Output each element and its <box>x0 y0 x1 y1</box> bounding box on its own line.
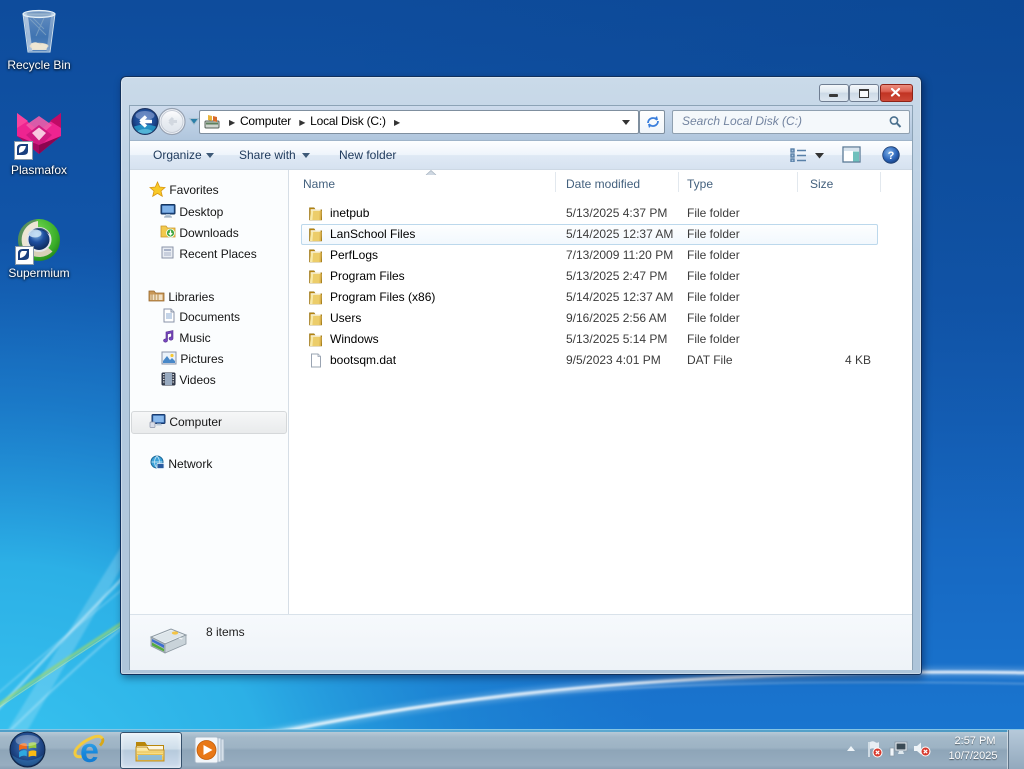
svg-text:?: ? <box>888 150 895 162</box>
